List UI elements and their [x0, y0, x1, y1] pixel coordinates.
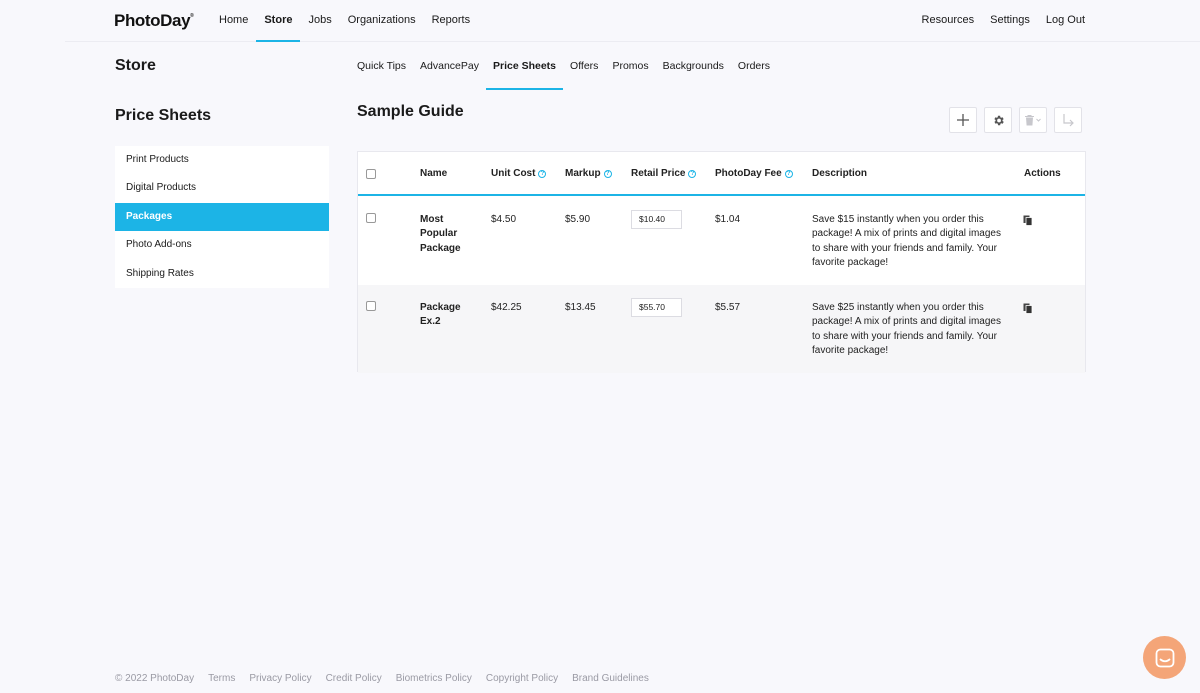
unit-cost: $42.25	[491, 302, 522, 313]
col-description: Description	[812, 168, 868, 179]
top-navigation: PhotoDay® Home Store Jobs Organizations …	[65, 0, 1085, 42]
price-sheet-title: Sample Guide	[357, 103, 464, 120]
photoday-logo[interactable]: PhotoDay®	[114, 11, 194, 31]
sidebar-title: Price Sheets	[115, 107, 212, 124]
tab-advancepay[interactable]: AdvancePay	[413, 52, 486, 90]
retail-price-input[interactable]: $55.70	[631, 298, 682, 317]
tab-price-sheets[interactable]: Price Sheets	[485, 52, 564, 90]
footer-link-credit-policy[interactable]: Credit Policy	[326, 673, 382, 684]
footer: © 2022 PhotoDay Terms Privacy Policy Cre…	[115, 673, 649, 684]
retail-price-input[interactable]: $10.40	[631, 210, 682, 229]
nav-settings[interactable]: Settings	[982, 0, 1038, 42]
col-retail-price[interactable]: Retail Price?	[631, 168, 697, 179]
footer-link-terms[interactable]: Terms	[208, 673, 235, 684]
package-name: Package Ex.2	[420, 302, 461, 328]
description: Save $25 instantly when you order this p…	[812, 302, 1001, 356]
plus-icon	[957, 114, 969, 126]
col-unit-cost[interactable]: Unit Cost?	[491, 168, 547, 179]
page-title: Store	[115, 57, 156, 74]
footer-link-privacy-policy[interactable]: Privacy Policy	[249, 673, 311, 684]
sidebar-item-shipping-rates[interactable]: Shipping Rates	[115, 260, 329, 288]
nav-jobs[interactable]: Jobs	[300, 0, 339, 42]
sidebar-menu: Print Products Digital Products Packages…	[115, 146, 329, 288]
col-photoday-fee[interactable]: PhotoDay Fee?	[715, 168, 793, 179]
delete-dropdown-button[interactable]	[1019, 107, 1047, 133]
sidebar-item-print-products[interactable]: Print Products	[115, 146, 329, 174]
arrow-turn-icon	[1063, 114, 1074, 127]
secondary-nav: Resources Settings Log Out	[914, 0, 1085, 42]
toolbar	[949, 107, 1082, 133]
copy-icon[interactable]	[1023, 215, 1033, 226]
table-header: Name Unit Cost? Markup? Retail Price? Ph…	[358, 152, 1085, 196]
footer-link-brand-guidelines[interactable]: Brand Guidelines	[572, 673, 649, 684]
sidebar-item-packages[interactable]: Packages	[115, 202, 329, 232]
tab-offers[interactable]: Offers	[563, 52, 605, 90]
col-markup[interactable]: Markup?	[565, 168, 612, 179]
chat-launcher-button[interactable]	[1143, 636, 1186, 679]
add-button[interactable]	[949, 107, 977, 133]
tab-backgrounds[interactable]: Backgrounds	[656, 52, 731, 90]
photoday-fee: $1.04	[715, 214, 741, 225]
move-button[interactable]	[1054, 107, 1082, 133]
settings-button[interactable]	[984, 107, 1012, 133]
nav-store[interactable]: Store	[256, 0, 301, 42]
table-row: Most Popular Package $4.50 $5.90 $10.40 …	[358, 197, 1085, 285]
footer-link-copyright-policy[interactable]: Copyright Policy	[486, 673, 558, 684]
tab-orders[interactable]: Orders	[731, 52, 777, 90]
copy-icon[interactable]	[1023, 303, 1033, 314]
markup: $5.90	[565, 214, 591, 225]
select-all-checkbox[interactable]	[366, 169, 376, 179]
row-checkbox[interactable]	[366, 301, 376, 311]
help-icon[interactable]: ?	[603, 169, 612, 178]
unit-cost: $4.50	[491, 214, 517, 225]
chat-icon	[1155, 648, 1174, 667]
help-icon[interactable]: ?	[538, 169, 547, 178]
nav-log-out[interactable]: Log Out	[1038, 0, 1085, 42]
primary-nav: Home Store Jobs Organizations Reports	[211, 0, 478, 42]
tab-quick-tips[interactable]: Quick Tips	[350, 52, 413, 90]
photoday-fee: $5.57	[715, 302, 741, 313]
nav-reports[interactable]: Reports	[424, 0, 479, 42]
sidebar-item-photo-add-ons[interactable]: Photo Add-ons	[115, 231, 329, 259]
gear-icon	[993, 115, 1004, 125]
nav-resources[interactable]: Resources	[914, 0, 983, 42]
footer-link-biometrics-policy[interactable]: Biometrics Policy	[396, 673, 472, 684]
markup: $13.45	[565, 302, 596, 313]
package-name: Most Popular Package	[420, 214, 461, 254]
nav-divider	[1085, 41, 1200, 42]
help-icon[interactable]: ?	[688, 169, 697, 178]
help-icon[interactable]: ?	[784, 169, 793, 178]
nav-home[interactable]: Home	[211, 0, 256, 42]
packages-table: Name Unit Cost? Markup? Retail Price? Ph…	[357, 151, 1086, 373]
tab-promos[interactable]: Promos	[605, 52, 655, 90]
store-tabs: Quick Tips AdvancePay Price Sheets Offer…	[350, 52, 777, 90]
table-row: Package Ex.2 $42.25 $13.45 $55.70 $5.57 …	[358, 285, 1085, 373]
trash-icon	[1025, 115, 1041, 126]
col-name[interactable]: Name	[420, 168, 447, 179]
copyright: © 2022 PhotoDay	[115, 673, 195, 684]
sidebar-item-digital-products[interactable]: Digital Products	[115, 174, 329, 202]
nav-organizations[interactable]: Organizations	[340, 0, 424, 42]
row-checkbox[interactable]	[366, 213, 376, 223]
description: Save $15 instantly when you order this p…	[812, 214, 1001, 268]
col-actions: Actions	[1024, 168, 1061, 179]
